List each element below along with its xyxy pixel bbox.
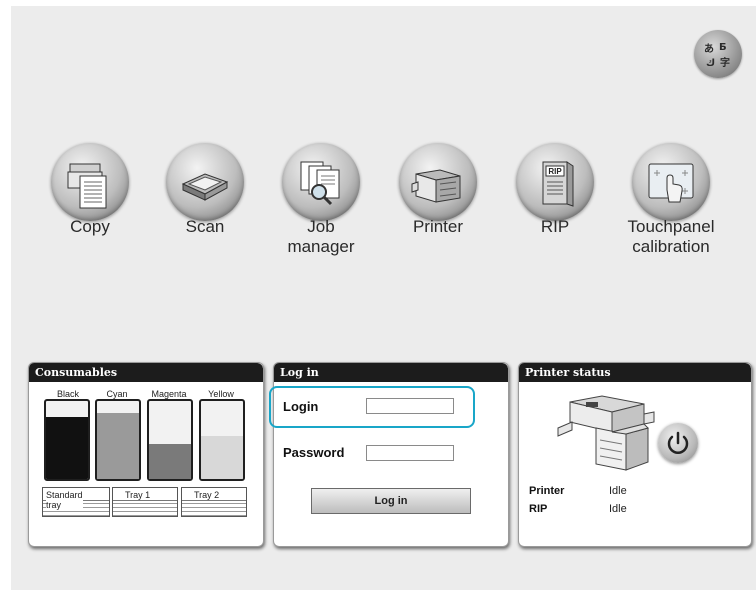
- svg-text:Б: Б: [719, 42, 727, 53]
- ink-level-magenta: [149, 443, 191, 479]
- job-manager-icon: [300, 161, 340, 206]
- app-scan-circle: [166, 143, 244, 221]
- copy-icon: [67, 163, 107, 209]
- tray-standard-label: Standard tray: [46, 490, 83, 510]
- password-input[interactable]: [366, 445, 454, 461]
- password-label: Password: [283, 445, 345, 460]
- svg-text:あ: あ: [704, 42, 714, 55]
- language-button[interactable]: あ Б ك 字: [694, 30, 742, 78]
- app-printer[interactable]: Printer: [383, 143, 493, 237]
- tray-standard: Standard tray: [42, 487, 110, 517]
- app-rip[interactable]: RIP RIP: [500, 143, 610, 237]
- app-scan[interactable]: Scan: [150, 143, 260, 237]
- app-scan-label: Scan: [185, 217, 225, 236]
- tray-1-label: Tray 1: [125, 490, 151, 500]
- app-printer-circle: [399, 143, 477, 221]
- ink-level-black: [46, 416, 88, 479]
- status-printer-key: Printer: [529, 485, 565, 497]
- app-touchpanel-calibration[interactable]: Touchpanel calibration: [616, 143, 726, 257]
- app-copy-label: Copy: [70, 217, 110, 236]
- printer-device-image: [557, 395, 655, 471]
- status-printer-value: Idle: [609, 485, 627, 497]
- app-printer-label: Printer: [412, 217, 464, 236]
- ink-name-yellow: Yellow: [208, 389, 234, 399]
- ink-cartridge-cyan: [95, 399, 141, 481]
- printer-icon: [411, 169, 461, 203]
- tray-2: Tray 2: [181, 487, 247, 517]
- login-label: Login: [283, 399, 319, 414]
- app-job-manager[interactable]: Job manager: [266, 143, 376, 257]
- svg-text:字: 字: [720, 56, 730, 69]
- app-job-manager-label: Job manager: [287, 217, 355, 256]
- rip-icon-text: RIP: [548, 167, 562, 176]
- ink-cartridge-black: [44, 399, 90, 481]
- app-job-manager-circle: [282, 143, 360, 221]
- login-title: Log in: [274, 363, 508, 382]
- app-touchpanel-calibration-label: Touchpanel calibration: [627, 217, 715, 256]
- app-copy[interactable]: Copy: [35, 143, 145, 237]
- ink-name-black: Black: [56, 389, 79, 399]
- app-touchpanel-calibration-circle: [632, 143, 710, 221]
- ink-cartridge-yellow: [199, 399, 245, 481]
- login-button[interactable]: Log in: [311, 488, 471, 514]
- status-rip-value: Idle: [609, 503, 627, 515]
- app-rip-label: RIP: [540, 217, 570, 236]
- ink-cartridge-magenta: [147, 399, 193, 481]
- ink-level-cyan: [97, 412, 139, 479]
- rip-icon: RIP: [542, 161, 574, 207]
- power-icon: [667, 431, 689, 454]
- touchpanel-calibration-icon: [648, 163, 694, 203]
- ink-name-magenta: Magenta: [151, 389, 187, 399]
- tray-1: Tray 1: [112, 487, 178, 517]
- scan-icon: [181, 173, 229, 201]
- tray-2-label: Tray 2: [194, 490, 220, 500]
- language-icon: あ Б ك 字: [704, 42, 730, 69]
- consumables-title: Consumables: [29, 363, 263, 382]
- app-copy-circle: [51, 143, 129, 221]
- ink-level-yellow: [201, 436, 243, 479]
- login-input[interactable]: [366, 398, 454, 414]
- svg-text:ك: ك: [706, 58, 715, 69]
- app-rip-circle: RIP: [516, 143, 594, 221]
- ink-name-cyan: Cyan: [106, 389, 128, 399]
- power-button[interactable]: [658, 423, 698, 463]
- printer-status-title: Printer status: [519, 363, 751, 382]
- status-rip-key: RIP: [529, 503, 548, 515]
